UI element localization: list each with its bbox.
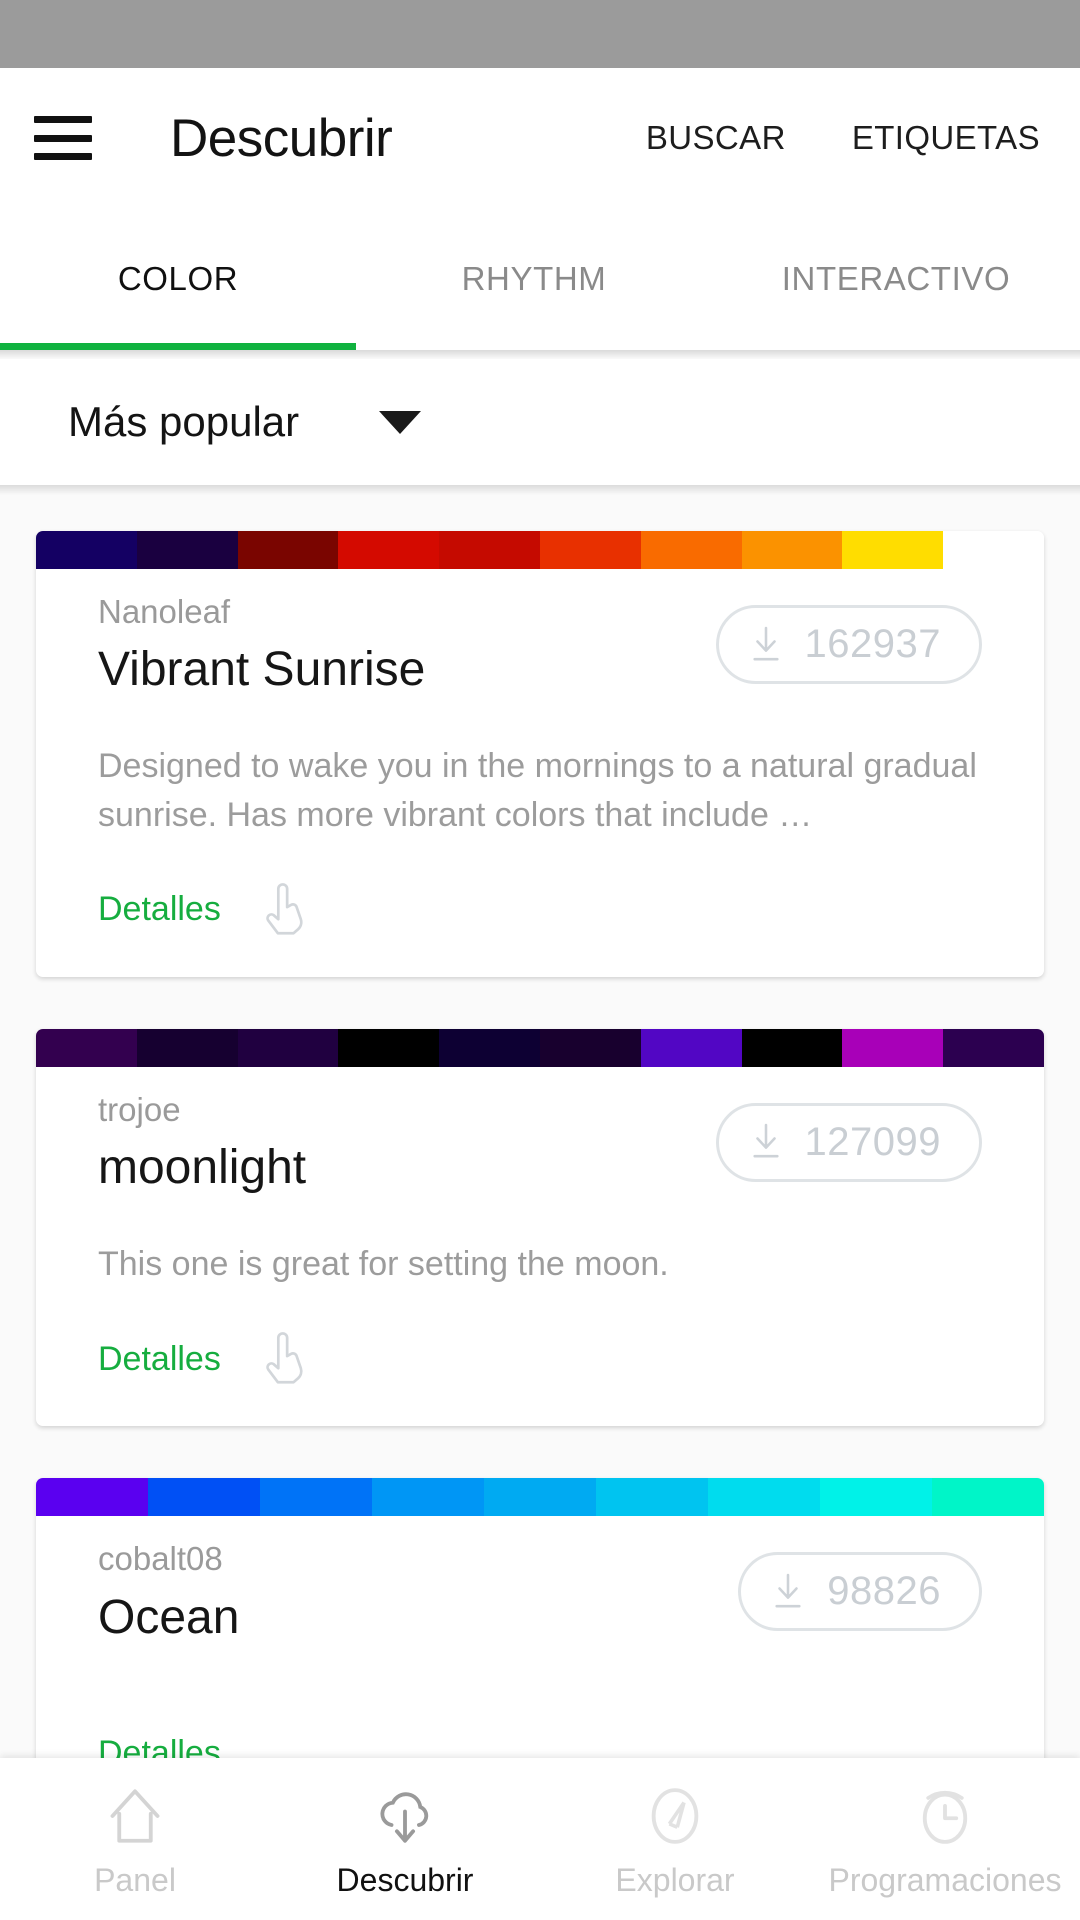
palette-swatch — [640, 531, 742, 569]
details-button[interactable]: Detalles — [98, 890, 221, 929]
palette-card[interactable]: Nanoleaf Vibrant Sunrise 162937 Designed… — [36, 531, 1044, 977]
tab-interactivo[interactable]: INTERACTIVO — [712, 260, 1080, 298]
chevron-down-icon — [379, 410, 422, 434]
palette-swatch — [932, 1478, 1044, 1517]
palette-description: Designed to wake you in the mornings to … — [98, 747, 977, 834]
palette-swatch-strip — [36, 1478, 1044, 1517]
palette-swatch — [36, 1478, 148, 1517]
tab-bar-shadow — [0, 350, 1080, 359]
palette-swatch — [439, 531, 540, 569]
status-bar — [0, 0, 1080, 68]
nav-item-explorar[interactable]: Explorar — [540, 1758, 810, 1920]
palette-swatch — [338, 531, 440, 569]
nav-item-panel[interactable]: Panel — [0, 1758, 270, 1920]
details-button[interactable]: Detalles — [98, 1340, 221, 1379]
sort-dropdown[interactable]: Más popular — [0, 359, 1080, 485]
palette-swatch — [136, 1028, 238, 1067]
tab-active-indicator — [0, 343, 356, 350]
palette-swatch — [842, 1028, 944, 1067]
clock-schedule-icon — [922, 1790, 968, 1844]
download-count: 98826 — [827, 1569, 941, 1614]
hand-tap-icon[interactable] — [261, 882, 311, 937]
hand-tap-icon[interactable] — [261, 1332, 311, 1386]
palette-swatch — [842, 531, 944, 569]
palette-swatch — [36, 1028, 137, 1067]
download-arrow-icon — [775, 1573, 801, 1608]
bottom-navigation: Panel Descubrir Explorar Programaciones — [0, 1758, 1080, 1920]
app-bar: Descubrir BUSCAR ETIQUETAS — [0, 68, 1080, 208]
sort-row-shadow — [0, 485, 1080, 495]
app-bar-actions: BUSCAR ETIQUETAS — [646, 119, 1046, 157]
palette-swatch — [820, 1478, 932, 1517]
tags-button[interactable]: ETIQUETAS — [852, 119, 1040, 157]
nav-label-descubrir: Descubrir — [336, 1861, 474, 1898]
download-count-badge: 98826 — [738, 1552, 982, 1632]
palette-swatch — [596, 1478, 708, 1517]
palette-card-actions: Detalles — [98, 1288, 982, 1426]
search-button[interactable]: BUSCAR — [646, 119, 786, 157]
palette-list[interactable]: Nanoleaf Vibrant Sunrise 162937 Designed… — [0, 495, 1080, 1813]
cloud-download-icon — [380, 1791, 429, 1843]
nav-label-programaciones: Programaciones — [828, 1861, 1062, 1898]
sort-dropdown-value: Más popular — [68, 398, 300, 445]
palette-author: trojoe — [98, 1090, 181, 1128]
hamburger-menu-icon[interactable] — [34, 116, 92, 160]
palette-swatch — [484, 1478, 596, 1517]
app-screen: Descubrir BUSCAR ETIQUETAS COLOR RHYTHM … — [0, 0, 1080, 1920]
nav-label-explorar: Explorar — [615, 1861, 735, 1898]
tab-color[interactable]: COLOR — [0, 260, 356, 298]
palette-swatch — [943, 531, 1044, 569]
palette-swatch — [439, 1028, 540, 1067]
download-arrow-icon — [752, 626, 779, 660]
palette-swatch — [136, 531, 238, 569]
palette-swatch — [539, 531, 641, 569]
palette-swatch — [148, 1478, 260, 1517]
palette-author: cobalt08 — [98, 1540, 223, 1578]
palette-swatch-strip — [36, 531, 1044, 569]
palette-card[interactable]: trojoe moonlight 127099 This one is grea… — [36, 1028, 1044, 1427]
palette-swatch — [640, 1028, 742, 1067]
palette-swatch — [741, 1028, 843, 1067]
palette-swatch — [338, 1028, 440, 1067]
palette-swatch — [708, 1478, 820, 1517]
palette-swatch-strip — [36, 1028, 1044, 1067]
palette-swatch — [741, 531, 843, 569]
palette-swatch — [943, 1028, 1044, 1067]
download-count: 127099 — [804, 1119, 941, 1164]
nav-item-descubrir[interactable]: Descubrir — [270, 1758, 540, 1920]
palette-description: This one is great for setting the moon. — [98, 1245, 669, 1284]
palette-swatch — [237, 531, 339, 569]
palette-card-actions: Detalles — [98, 839, 982, 977]
palette-swatch — [260, 1478, 372, 1517]
download-count-badge: 162937 — [715, 605, 982, 684]
palette-title: Vibrant Sunrise — [98, 643, 426, 697]
palette-author: Nanoleaf — [98, 593, 231, 630]
palette-title: moonlight — [98, 1141, 307, 1195]
home-icon — [110, 1788, 160, 1843]
tab-bar: COLOR RHYTHM INTERACTIVO — [0, 208, 1080, 350]
download-arrow-icon — [752, 1124, 779, 1158]
download-count: 162937 — [804, 622, 941, 666]
palette-swatch — [36, 531, 137, 569]
page-title: Descubrir — [170, 108, 393, 168]
nav-label-panel: Panel — [94, 1861, 176, 1898]
download-count-badge: 127099 — [715, 1102, 982, 1182]
palette-swatch — [237, 1028, 339, 1067]
compass-icon — [651, 1787, 699, 1844]
palette-swatch — [539, 1028, 641, 1067]
nav-item-programaciones[interactable]: Programaciones — [810, 1758, 1080, 1920]
palette-title: Ocean — [98, 1590, 240, 1644]
palette-swatch — [372, 1478, 484, 1517]
tab-rhythm[interactable]: RHYTHM — [356, 260, 712, 298]
